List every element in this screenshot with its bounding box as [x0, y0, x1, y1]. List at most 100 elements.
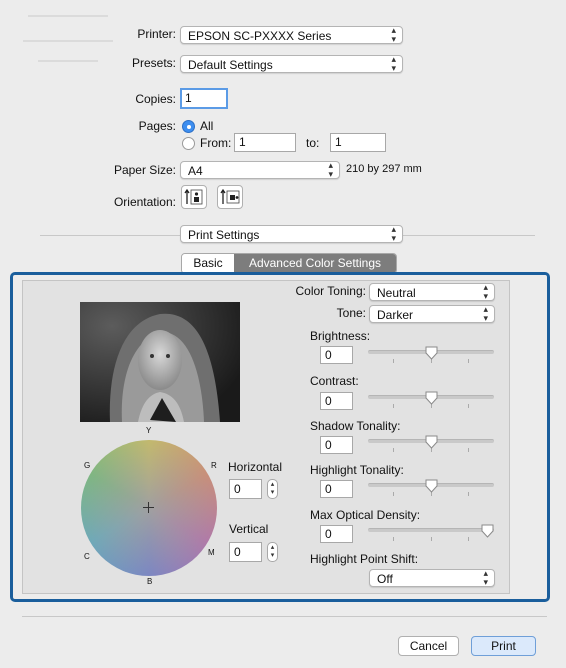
vertical-field[interactable]: 0 [229, 542, 262, 562]
cancel-button[interactable]: Cancel [398, 636, 459, 656]
brightness-label: Brightness: [310, 329, 371, 343]
slider-tick [393, 359, 394, 363]
section-separator-left [40, 235, 180, 236]
contrast-field[interactable]: 0 [320, 392, 353, 410]
tab-basic[interactable]: Basic [182, 254, 234, 273]
presets-label: Presets: [131, 56, 176, 70]
tone-popup[interactable]: Darker ▴ ▾ [369, 305, 495, 323]
wheel-label-m: M [208, 548, 215, 557]
vertical-label: Vertical [229, 522, 269, 536]
portrait-photo-image [80, 302, 240, 422]
wheel-label-r: R [211, 461, 217, 470]
footer-separator [22, 616, 547, 617]
pages-to-label: to: [306, 136, 320, 150]
highlight-tonality-slider[interactable] [368, 479, 494, 499]
tone-label: Tone: [336, 306, 366, 320]
slider-tick [393, 492, 394, 496]
printer-value: EPSON SC-PXXXX Series [188, 29, 332, 43]
pages-all-radio[interactable] [182, 120, 195, 133]
slider-knob[interactable] [425, 435, 438, 449]
slider-tick [468, 448, 469, 452]
horizontal-stepper[interactable]: ▴ ▾ [267, 479, 278, 499]
max-optical-density-label: Max Optical Density: [310, 508, 421, 522]
popup-arrows-icon: ▴ ▾ [483, 282, 488, 301]
wheel-label-g: G [84, 461, 91, 470]
pages-from-field[interactable]: 1 [234, 133, 296, 152]
popup-arrows-icon: ▴ ▾ [391, 224, 396, 243]
section-popup[interactable]: Print Settings ▴ ▾ [180, 225, 403, 243]
print-button[interactable]: Print [471, 636, 536, 656]
section-value: Print Settings [188, 228, 260, 242]
paper-dimensions: 210 by 297 mm [346, 163, 422, 175]
pages-from-radio[interactable] [182, 137, 195, 150]
slider-knob[interactable] [425, 346, 438, 360]
shadow-tonality-label: Shadow Tonality: [310, 419, 401, 433]
pages-label: Pages: [138, 119, 176, 133]
slider-tick [468, 492, 469, 496]
pages-all-label: All [200, 119, 214, 133]
orientation-label: Orientation: [113, 195, 176, 209]
slider-track [368, 528, 494, 532]
contrast-slider[interactable] [368, 391, 494, 411]
highlight-tonality-field[interactable]: 0 [320, 480, 353, 498]
popup-arrows-icon: ▴ ▾ [391, 54, 396, 73]
slider-tick [468, 359, 469, 363]
pages-to-field[interactable]: 1 [330, 133, 386, 152]
presets-popup[interactable]: Default Settings ▴ ▾ [180, 55, 403, 73]
slider-knob[interactable] [425, 391, 438, 405]
color-toning-label: Color Toning: [295, 284, 367, 298]
slider-knob[interactable] [481, 524, 494, 538]
preview-area [18, 0, 118, 90]
copies-label: Copies: [135, 92, 176, 106]
wheel-label-y: Y [146, 426, 152, 435]
landscape-button[interactable] [217, 185, 243, 209]
slider-tick [431, 537, 432, 541]
wheel-label-b: B [147, 577, 153, 586]
landscape-icon [220, 188, 240, 204]
wheel-label-c: C [84, 552, 90, 561]
printer-label: Printer: [137, 27, 176, 41]
highlight-point-shift-label: Highlight Point Shift: [310, 552, 419, 566]
copies-field[interactable]: 1 [180, 88, 228, 109]
color-toning-value: Neutral [377, 286, 416, 300]
paper-size-label: Paper Size: [113, 163, 176, 177]
popup-arrows-icon: ▴ ▾ [483, 568, 488, 587]
horizontal-label: Horizontal [228, 460, 283, 474]
shadow-tonality-field[interactable]: 0 [320, 436, 353, 454]
brightness-field[interactable]: 0 [320, 346, 353, 364]
horizontal-field[interactable]: 0 [229, 479, 262, 499]
slider-tick [393, 448, 394, 452]
portrait-button[interactable] [181, 185, 207, 209]
printer-popup[interactable]: EPSON SC-PXXXX Series ▴ ▾ [180, 26, 403, 44]
contrast-label: Contrast: [310, 374, 359, 388]
sample-photo [80, 302, 240, 422]
portrait-icon [184, 188, 203, 205]
max-optical-density-slider[interactable] [368, 524, 494, 544]
print-dialog: { "printer": {"label": "Printer:", "valu… [0, 0, 566, 668]
tone-value: Darker [377, 308, 414, 322]
section-separator-right [403, 235, 535, 236]
slider-tick [468, 404, 469, 408]
highlight-point-shift-value: Off [377, 572, 393, 586]
slider-tick [393, 404, 394, 408]
tab-advanced-color-settings[interactable]: Advanced Color Settings [234, 254, 396, 273]
popup-arrows-icon: ▴ ▾ [328, 160, 333, 179]
crosshair-icon [143, 502, 154, 513]
slider-tick [468, 537, 469, 541]
highlight-point-shift-popup[interactable]: Off ▴ ▾ [369, 569, 495, 587]
pages-from-label: From: [200, 136, 232, 150]
vertical-stepper[interactable]: ▴ ▾ [267, 542, 278, 562]
paper-size-value: A4 [188, 164, 203, 178]
color-wheel[interactable] [81, 440, 217, 576]
shadow-tonality-slider[interactable] [368, 435, 494, 455]
highlight-tonality-label: Highlight Tonality: [310, 463, 404, 477]
slider-tick [393, 537, 394, 541]
color-toning-popup[interactable]: Neutral ▴ ▾ [369, 283, 495, 301]
tab-bar: Basic Advanced Color Settings [181, 253, 397, 274]
popup-arrows-icon: ▴ ▾ [483, 304, 488, 323]
paper-size-popup[interactable]: A4 ▴ ▾ [180, 161, 340, 179]
slider-knob[interactable] [425, 479, 438, 493]
max-optical-density-field[interactable]: 0 [320, 525, 353, 543]
presets-value: Default Settings [188, 58, 273, 72]
brightness-slider[interactable] [368, 346, 494, 366]
